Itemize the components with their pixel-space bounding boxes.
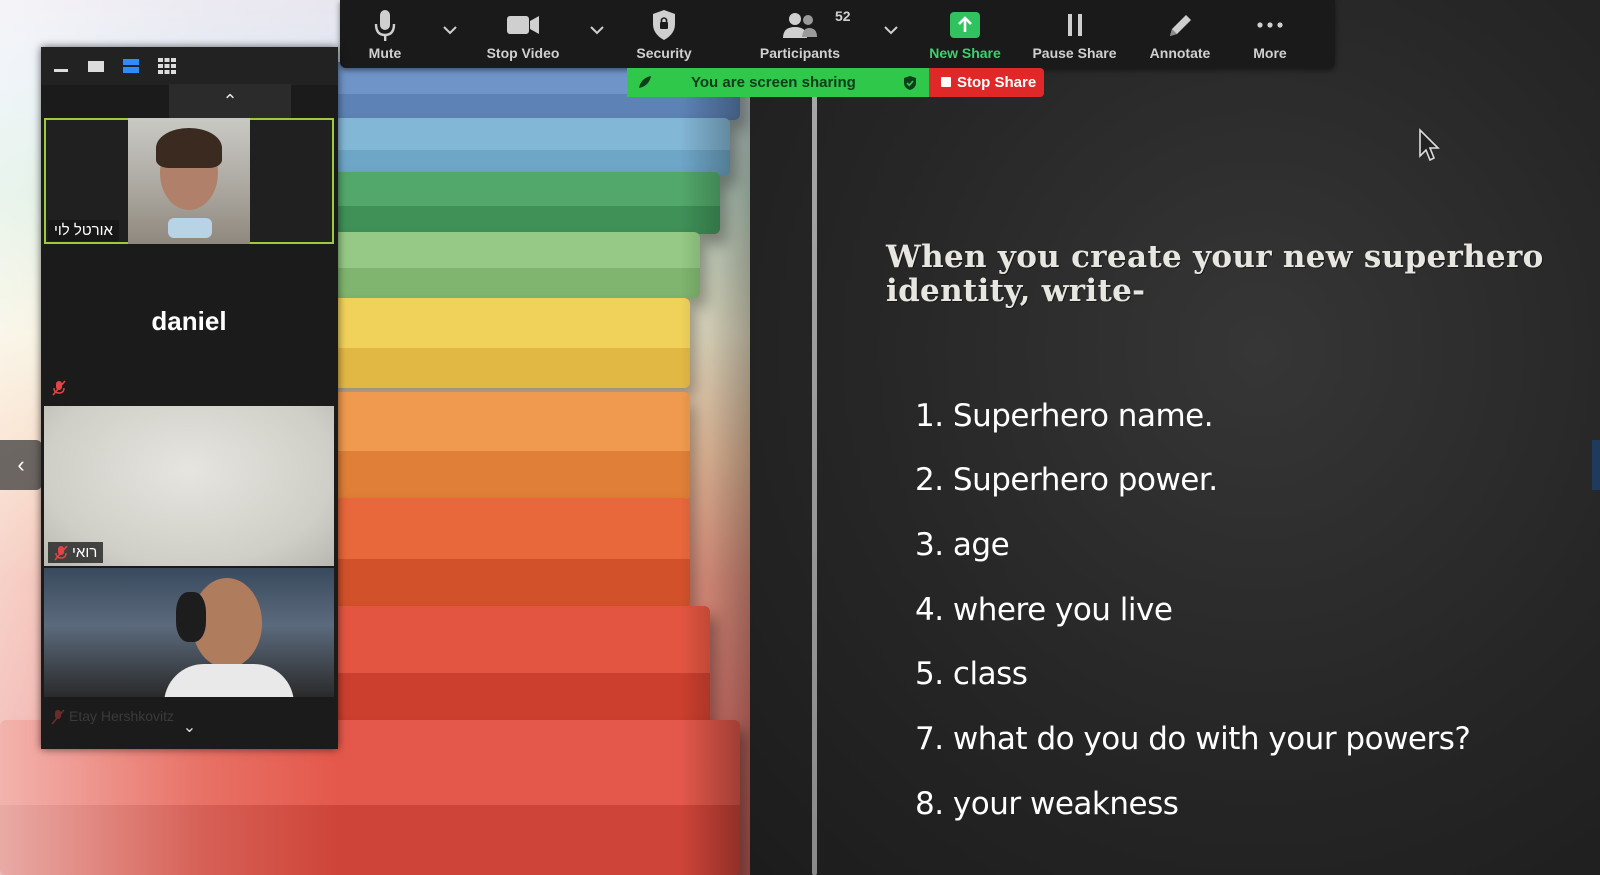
chevron-down-icon[interactable] <box>881 20 901 40</box>
mic-icon <box>374 10 396 41</box>
screen-share-bar: You are screen sharing Stop Share <box>627 68 1044 97</box>
participants-count: 52 <box>835 8 851 24</box>
pause-share-button[interactable]: Pause Share <box>1027 0 1122 68</box>
chalk-stick-lightgreen <box>300 232 700 298</box>
security-button[interactable]: Security <box>629 0 699 68</box>
chalk-stick-red <box>300 606 710 728</box>
single-view-icon[interactable] <box>85 57 107 75</box>
security-label: Security <box>636 45 692 61</box>
chalk-stick-orange <box>300 392 690 500</box>
more-dots-icon <box>1257 22 1283 28</box>
mute-label: Mute <box>368 45 402 61</box>
grid-view-icon[interactable] <box>156 57 178 75</box>
pause-icon <box>1067 14 1082 36</box>
shield-icon <box>653 10 675 40</box>
chevron-down-icon[interactable] <box>587 20 607 40</box>
stop-video-button[interactable]: Stop Video <box>478 0 568 68</box>
new-share-button[interactable]: New Share <box>920 0 1010 68</box>
annotate-label: Annotate <box>1149 45 1211 61</box>
participant-video <box>128 118 250 244</box>
slide-heading: When you create your new superhero ident… <box>886 239 1544 309</box>
share-arrow-icon <box>950 12 980 38</box>
video-camera-icon <box>507 16 539 34</box>
stop-icon <box>941 77 951 87</box>
pencil-icon <box>1170 15 1191 36</box>
stop-share-label: Stop Share <box>957 74 1037 91</box>
slide-list-item: 7. what do you do with your powers? <box>915 721 1471 757</box>
chevron-left-icon: ‹ <box>17 452 25 477</box>
participant-shirt <box>164 664 294 697</box>
background-shadow <box>680 0 750 875</box>
participant-name: daniel <box>151 306 227 336</box>
participant-tile[interactable]: רואי <box>44 406 334 566</box>
screen-sharing-label: You are screen sharing <box>691 74 856 91</box>
mic-off-icon <box>54 545 68 561</box>
participant-headphones <box>176 592 206 642</box>
slide-list-item: 5. class <box>915 656 1028 692</box>
chevron-down-icon[interactable] <box>440 20 460 40</box>
sharing-indicator-icon <box>639 76 651 88</box>
chalk-stick-lightblue <box>300 118 730 176</box>
collapse-panel-button[interactable]: ‹ <box>0 440 42 490</box>
stop-share-button[interactable]: Stop Share <box>929 68 1044 97</box>
chevron-down-icon: ⌄ <box>182 719 197 736</box>
scroll-handle[interactable] <box>1592 440 1600 490</box>
participants-icon <box>783 13 817 38</box>
stop-video-label: Stop Video <box>486 45 560 61</box>
annotate-button[interactable]: Annotate <box>1139 0 1221 68</box>
mute-button[interactable]: Mute <box>350 0 420 68</box>
pause-share-label: Pause Share <box>1032 45 1117 61</box>
participant-name: אורטל לוי <box>48 220 119 241</box>
slide-list-item: 4. where you live <box>915 592 1173 628</box>
screen-sharing-status[interactable]: You are screen sharing <box>627 68 929 97</box>
participant-hair <box>156 128 222 168</box>
participant-mask <box>168 218 212 238</box>
participant-name: רואי <box>72 543 98 561</box>
strip-view-icon[interactable] <box>120 57 142 75</box>
cursor-icon <box>1419 128 1440 162</box>
shield-icon <box>904 76 916 90</box>
participant-tile[interactable] <box>44 568 334 697</box>
scroll-down-button[interactable]: ⌄ <box>41 717 338 741</box>
slide-list-item: 2. Superhero power. <box>915 462 1218 498</box>
participant-tile[interactable]: daniel <box>44 246 334 404</box>
more-button[interactable]: More <box>1240 0 1300 68</box>
chalk-stick-green <box>300 172 720 234</box>
participant-name-tag: רואי <box>48 541 104 563</box>
minimize-icon[interactable] <box>50 57 72 75</box>
chalk-divider-line <box>812 95 817 875</box>
participants-video-panel: ⌃ אורטל לוי daniel רואי Etay Hershkovitz… <box>41 47 338 749</box>
slide-list-item: 3. age <box>915 527 1010 563</box>
shared-slide: When you create your new superhero ident… <box>750 0 1600 875</box>
chevron-up-icon: ⌃ <box>222 91 238 111</box>
participants-label: Participants <box>759 45 841 61</box>
scroll-up-button[interactable]: ⌃ <box>169 84 291 118</box>
slide-list-item: 8. your weakness <box>915 786 1179 822</box>
more-label: More <box>1253 45 1287 61</box>
chalk-stick-yellow <box>300 298 690 388</box>
participant-tile[interactable]: אורטל לוי <box>44 118 334 244</box>
chalk-stick-redorange <box>300 498 690 608</box>
new-share-label: New Share <box>929 45 1001 61</box>
mic-off-icon <box>52 380 66 396</box>
slide-list-item: 1. Superhero name. <box>915 398 1214 434</box>
panel-header <box>41 47 338 85</box>
meeting-controls-toolbar: Mute Stop Video Security Participants 52 <box>340 0 1335 68</box>
